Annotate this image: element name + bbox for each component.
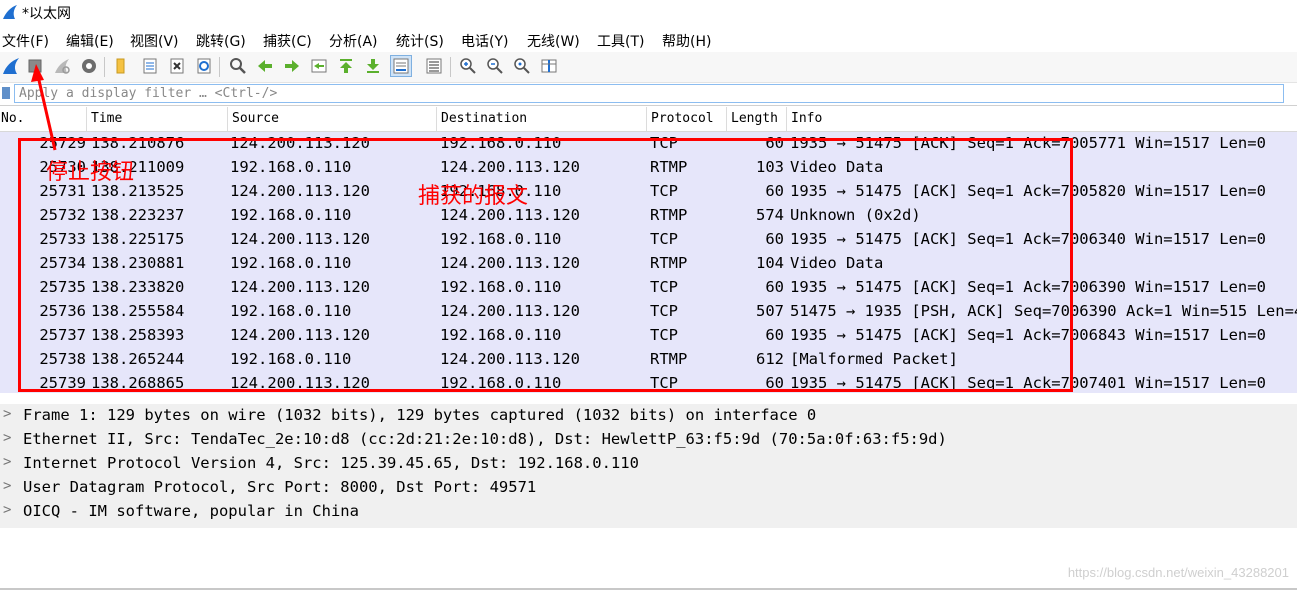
menu-analyze[interactable]: 分析(A): [329, 31, 378, 51]
packet-list-header: No. Time Source Destination Protocol Len…: [0, 107, 1297, 132]
title-bar: *以太网: [0, 0, 1297, 26]
detail-tree-item[interactable]: > Frame 1: 129 bytes on wire (1032 bits),…: [0, 404, 1297, 428]
main-toolbar: [0, 52, 1297, 83]
menu-view[interactable]: 视图(V): [130, 31, 179, 51]
menu-bar: 文件(F) 编辑(E) 视图(V) 跳转(G) 捕获(C) 分析(A) 统计(S…: [0, 26, 1297, 52]
detail-text: User Datagram Protocol, Src Port: 8000, …: [23, 478, 537, 496]
expand-arrow-icon[interactable]: >: [3, 502, 11, 518]
zoom-in-icon[interactable]: [457, 55, 479, 77]
close-file-icon[interactable]: [166, 55, 188, 77]
expand-arrow-icon[interactable]: >: [3, 430, 11, 446]
find-packet-icon[interactable]: [227, 55, 249, 77]
detail-text: Ethernet II, Src: TendaTec_2e:10:d8 (cc:…: [23, 430, 947, 448]
column-header-time[interactable]: Time: [91, 111, 122, 126]
packet-bytes-pane: [0, 528, 1297, 592]
colorize-icon[interactable]: [423, 55, 445, 77]
menu-tools[interactable]: 工具(T): [597, 31, 644, 51]
expand-arrow-icon[interactable]: >: [3, 478, 11, 494]
toolbar-separator: [104, 57, 105, 77]
expand-arrow-icon[interactable]: >: [3, 454, 11, 470]
column-header-length[interactable]: Length: [731, 111, 778, 126]
menu-capture[interactable]: 捕获(C): [263, 31, 312, 51]
detail-text: Internet Protocol Version 4, Src: 125.39…: [23, 454, 639, 472]
zoom-out-icon[interactable]: [484, 55, 506, 77]
menu-go[interactable]: 跳转(G): [196, 31, 246, 51]
detail-tree-item[interactable]: > Ethernet II, Src: TendaTec_2e:10:d8 (cc…: [0, 428, 1297, 452]
column-divider[interactable]: [227, 107, 228, 131]
reload-file-icon[interactable]: [193, 55, 215, 77]
watermark: https://blog.csdn.net/weixin_43288201: [1067, 565, 1289, 580]
column-divider[interactable]: [86, 107, 87, 131]
detail-tree-item[interactable]: > User Datagram Protocol, Src Port: 8000,…: [0, 476, 1297, 500]
detail-tree-item[interactable]: > Internet Protocol Version 4, Src: 125.3…: [0, 452, 1297, 476]
go-forward-icon[interactable]: [281, 55, 303, 77]
go-back-icon[interactable]: [254, 55, 276, 77]
column-divider[interactable]: [646, 107, 647, 131]
expand-arrow-icon[interactable]: >: [3, 406, 11, 422]
resize-columns-icon[interactable]: [538, 55, 560, 77]
go-to-packet-icon[interactable]: [308, 55, 330, 77]
column-header-destination[interactable]: Destination: [441, 111, 527, 126]
toolbar-separator: [450, 57, 451, 77]
detail-tree-item[interactable]: > OICQ - IM software, popular in China: [0, 500, 1297, 524]
save-file-icon[interactable]: [139, 55, 161, 77]
open-file-icon[interactable]: [110, 55, 132, 77]
captured-packets-highlight: [18, 138, 1073, 392]
column-header-source[interactable]: Source: [232, 111, 279, 126]
column-divider[interactable]: [726, 107, 727, 131]
status-divider: [0, 588, 1297, 590]
detail-text: Frame 1: 129 bytes on wire (1032 bits), …: [23, 406, 817, 424]
detail-text: OICQ - IM software, popular in China: [23, 502, 359, 520]
display-filter-input[interactable]: [14, 84, 1284, 103]
column-header-protocol[interactable]: Protocol: [651, 111, 714, 126]
column-header-info[interactable]: Info: [791, 111, 822, 126]
menu-wireless[interactable]: 无线(W): [527, 31, 580, 51]
capture-options-icon[interactable]: [78, 55, 100, 77]
menu-help[interactable]: 帮助(H): [662, 31, 711, 51]
annotation-arrow-icon: [31, 64, 57, 151]
packet-details-pane: > Frame 1: 129 bytes on wire (1032 bits),…: [0, 404, 1297, 528]
captured-packets-annotation: 捕获的报文: [418, 184, 529, 209]
menu-statistics[interactable]: 统计(S): [396, 31, 444, 51]
go-last-icon[interactable]: [362, 55, 384, 77]
menu-telephony[interactable]: 电话(Y): [461, 31, 508, 51]
auto-scroll-icon[interactable]: [390, 55, 412, 77]
go-first-icon[interactable]: [335, 55, 357, 77]
column-divider[interactable]: [436, 107, 437, 131]
column-divider[interactable]: [786, 107, 787, 131]
toolbar-separator: [219, 57, 220, 77]
zoom-reset-icon[interactable]: [511, 55, 533, 77]
display-filter-bar: [0, 83, 1297, 106]
